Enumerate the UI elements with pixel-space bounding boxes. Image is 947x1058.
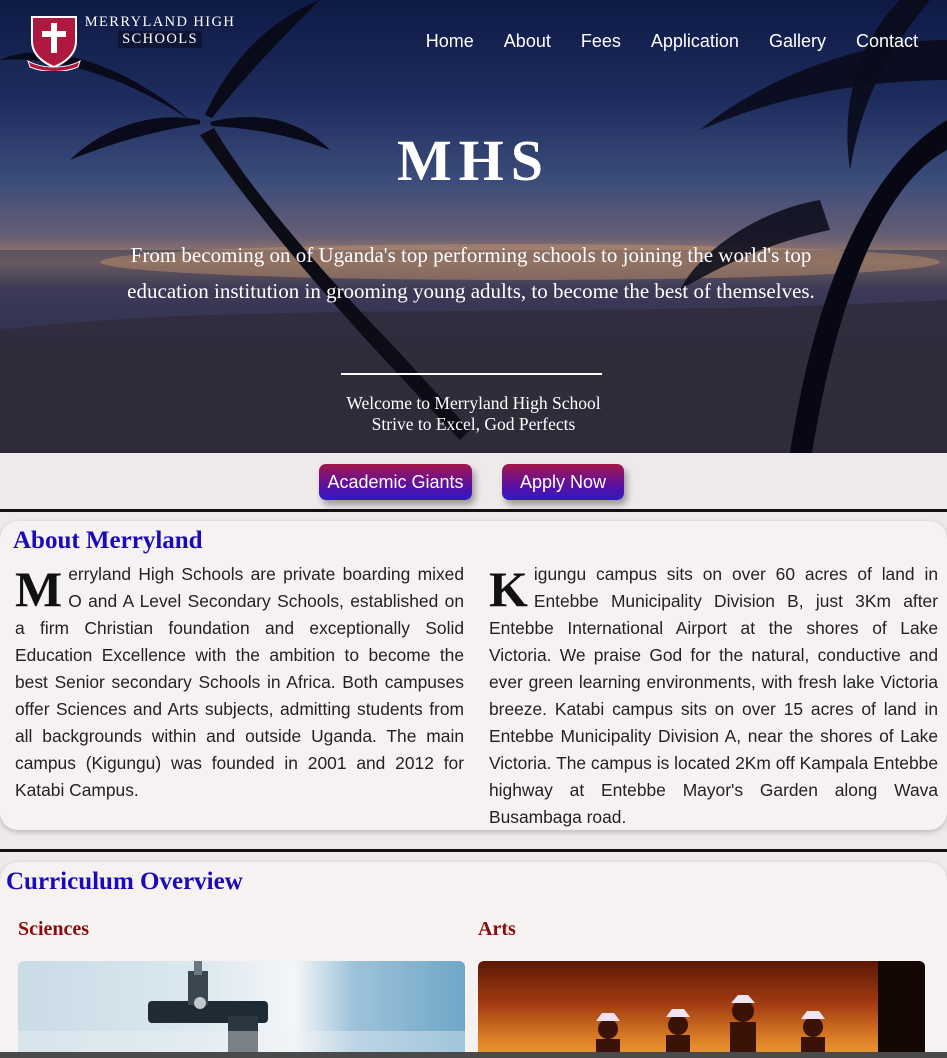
sciences-image	[18, 961, 465, 1058]
nav-gallery[interactable]: Gallery	[769, 31, 826, 52]
main-nav: Home About Fees Application Gallery Cont…	[426, 31, 918, 52]
hero-divider	[341, 373, 602, 375]
microscope-icon	[18, 961, 465, 1058]
about-heading: About Merryland	[13, 527, 203, 554]
section-divider	[0, 849, 947, 852]
nav-application[interactable]: Application	[651, 31, 739, 52]
hero-tagline: From becoming on of Uganda's top perform…	[127, 243, 815, 303]
drop-cap: M	[15, 561, 63, 617]
welcome-line: Welcome to Merryland High School	[346, 393, 601, 413]
about-column-main-campus: Merryland High Schools are private board…	[15, 561, 464, 804]
curriculum-heading: Curriculum Overview	[6, 868, 243, 895]
academic-giants-button[interactable]: Academic Giants	[319, 464, 472, 500]
curriculum-section: Curriculum Overview Sciences Arts	[0, 862, 947, 1058]
sciences-heading: Sciences	[18, 918, 90, 940]
school-name-line1: MERRYLAND HIGH	[84, 14, 236, 30]
apply-now-button[interactable]: Apply Now	[502, 464, 624, 500]
arts-image	[478, 961, 925, 1058]
hero-welcome: Welcome to Merryland High School Strive …	[0, 393, 947, 435]
arts-heading: Arts	[478, 918, 516, 940]
dancers-icon	[596, 961, 925, 1058]
motto-line: Strive to Excel, God Perfects	[371, 414, 576, 434]
school-name: MERRYLAND HIGH SCHOOLS	[84, 14, 236, 48]
about-paragraph-2: igungu campus sits on over 60 acres of l…	[489, 564, 938, 827]
nav-fees[interactable]: Fees	[581, 31, 621, 52]
nav-home[interactable]: Home	[426, 31, 474, 52]
hero-banner: MERRYLAND HIGH SCHOOLS Home About Fees A…	[0, 0, 947, 453]
school-crest-logo[interactable]	[24, 11, 84, 71]
school-name-line2: SCHOOLS	[118, 31, 202, 48]
nav-contact[interactable]: Contact	[856, 31, 918, 52]
about-column-campuses: Kigungu campus sits on over 60 acres of …	[489, 561, 938, 831]
about-section: About Merryland Merryland High Schools a…	[0, 521, 947, 830]
drop-cap: K	[489, 561, 528, 617]
nav-about[interactable]: About	[504, 31, 551, 52]
hero-title: MHS	[396, 128, 551, 193]
about-paragraph-1: erryland High Schools are private boardi…	[15, 564, 464, 800]
section-divider	[0, 509, 947, 512]
bottom-status-strip	[0, 1052, 947, 1058]
